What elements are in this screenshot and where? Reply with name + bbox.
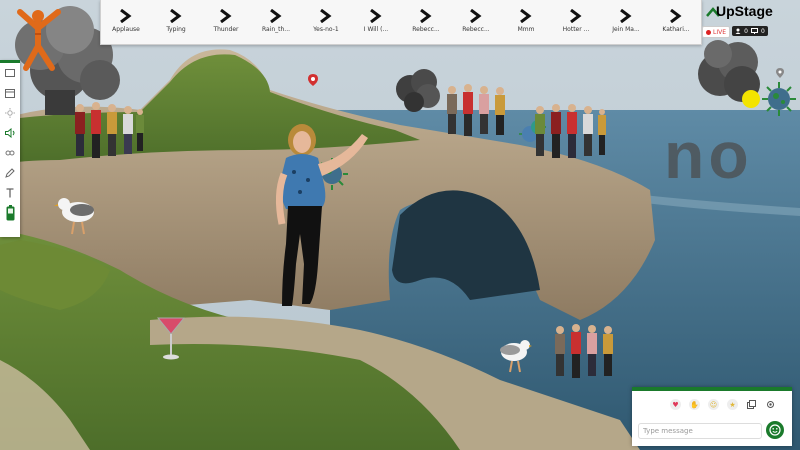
audio-item-thunder[interactable]: Thunder — [201, 0, 251, 44]
laugh-icon: ☺ — [709, 400, 718, 409]
chat-panel: ♥ ✋ ☺ ★ — [632, 387, 792, 446]
tool-rectangle[interactable] — [0, 63, 20, 83]
screen-icon — [751, 28, 758, 34]
play-icon — [470, 9, 482, 23]
chat-message-input[interactable] — [638, 423, 762, 439]
tool-stream[interactable] — [0, 143, 20, 163]
audio-item-label: I Will (... — [363, 26, 389, 33]
live-badge[interactable]: LIVE — [702, 26, 730, 38]
audio-item-label: Yes-no-1 — [313, 26, 339, 33]
crowd-group-left[interactable] — [70, 98, 148, 162]
clap-reaction-button[interactable]: ✋ — [689, 399, 700, 410]
heart-reaction-button[interactable]: ♥ — [670, 399, 681, 410]
audio-item-label: Kathari... — [662, 26, 690, 33]
laugh-reaction-button[interactable]: ☺ — [708, 399, 719, 410]
performer-avatar[interactable] — [272, 114, 368, 314]
play-icon — [120, 9, 132, 23]
audio-item-katharina[interactable]: Kathari... — [651, 0, 701, 44]
battery-icon — [6, 205, 14, 221]
play-icon — [570, 9, 582, 23]
clap-icon: ✋ — [690, 400, 699, 409]
location-marker-icon[interactable] — [776, 68, 784, 78]
map-pin-icon[interactable] — [308, 74, 318, 86]
audio-item-applause[interactable]: Applause — [101, 0, 151, 44]
play-icon — [270, 9, 282, 23]
tool-backdrop[interactable] — [0, 83, 20, 103]
audio-item-mmm[interactable]: Mmm — [501, 0, 551, 44]
audio-item-yes-no[interactable]: Yes-no-1 — [301, 0, 351, 44]
tool-audio[interactable] — [0, 123, 20, 143]
audio-item-label: Applause — [112, 26, 140, 33]
crowd-group-right[interactable] — [530, 100, 610, 162]
play-icon — [170, 9, 182, 23]
audio-item-label: Hotter ... — [562, 26, 590, 33]
pen-icon — [5, 168, 15, 178]
tool-battery[interactable] — [0, 203, 20, 223]
person-icon — [735, 28, 741, 34]
viewer-count: 0 — [744, 27, 748, 35]
text-icon — [6, 188, 14, 198]
audio-item-label: Rebecc... — [462, 26, 490, 33]
tool-text[interactable] — [0, 183, 20, 203]
sun-icon — [5, 108, 15, 118]
seagull-prop-left[interactable] — [54, 190, 98, 236]
speaker-icon — [4, 128, 14, 138]
audio-item-typing[interactable]: Typing — [151, 0, 201, 44]
star-icon: ★ — [729, 400, 736, 409]
audio-item-label: Rebecc... — [412, 26, 440, 33]
audio-player-bar: Applause Typing Thunder Rain_th... Yes-n… — [100, 0, 702, 45]
send-message-button[interactable] — [766, 421, 784, 439]
heart-icon: ♥ — [672, 400, 679, 409]
window-icon — [747, 400, 756, 409]
play-icon — [420, 9, 432, 23]
star-reaction-button[interactable]: ★ — [727, 399, 738, 410]
audio-item-label: Thunder — [213, 26, 239, 33]
smiley-icon — [769, 424, 781, 436]
audio-item-jein[interactable]: Jein Ma... — [601, 0, 651, 44]
play-icon — [320, 9, 332, 23]
audience-counter[interactable]: 0 0 — [732, 26, 768, 36]
audio-item-label: Jein Ma... — [612, 26, 640, 33]
audio-item-label: Rain_th... — [261, 26, 291, 33]
play-icon — [620, 9, 632, 23]
live-label: LIVE — [712, 28, 726, 36]
audio-item-rebecca-1[interactable]: Rebecc... — [401, 0, 451, 44]
audio-item-label: Mmm — [517, 26, 535, 33]
tools-panel — [0, 60, 20, 237]
cocktail-glass-prop[interactable] — [156, 314, 186, 362]
tool-lighting[interactable] — [0, 103, 20, 123]
crowd-group-bottom[interactable] — [552, 320, 624, 382]
crowd-group-top[interactable] — [444, 82, 520, 140]
chat-settings-button[interactable] — [765, 399, 776, 410]
stream-icon — [5, 150, 15, 156]
audio-item-i-will[interactable]: I Will (... — [351, 0, 401, 44]
live-dot-icon — [705, 29, 711, 35]
play-icon — [220, 9, 232, 23]
virus-prop-right[interactable] — [762, 82, 796, 116]
rectangle-icon — [5, 69, 15, 77]
play-icon — [370, 9, 382, 23]
seagull-prop-right[interactable] — [496, 334, 532, 374]
screen-count: 0 — [761, 27, 765, 35]
audio-item-label: Typing — [166, 26, 186, 33]
brand-area: UpStage LIVE 0 0 — [700, 0, 784, 40]
tool-draw[interactable] — [0, 163, 20, 183]
window-button[interactable] — [746, 399, 757, 410]
audio-item-hotter[interactable]: Hotter ... — [551, 0, 601, 44]
reaction-bar: ♥ ✋ ☺ ★ — [670, 399, 776, 410]
gear-icon — [767, 401, 774, 408]
stage-overlay-text: no — [664, 118, 753, 192]
stage-scene: no — [0, 0, 800, 450]
play-icon — [520, 9, 532, 23]
backdrop-icon — [5, 88, 15, 98]
sun-prop[interactable] — [742, 90, 760, 108]
smoke-cloud-center — [396, 69, 440, 112]
app-name: UpStage — [716, 3, 773, 19]
audio-item-rebecca-2[interactable]: Rebecc... — [451, 0, 501, 44]
audio-item-rain[interactable]: Rain_th... — [251, 0, 301, 44]
play-icon — [670, 9, 682, 23]
